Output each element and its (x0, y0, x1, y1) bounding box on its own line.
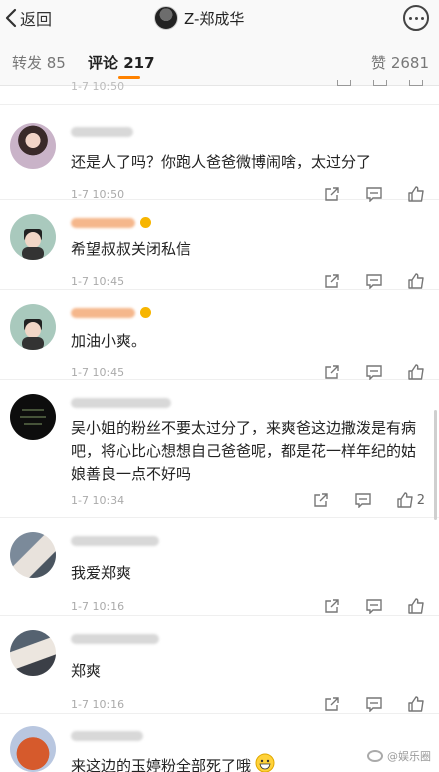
thumbs-up-icon[interactable] (407, 363, 425, 381)
thumbs-up-icon[interactable] (407, 272, 425, 290)
avatar[interactable] (10, 304, 56, 350)
top-navigation-bar: 返回 Z-郑成华 (0, 0, 439, 36)
comment-time: 1-7 10:16 (71, 600, 125, 613)
tab-likes[interactable]: 赞 2681 (371, 52, 429, 73)
thumbs-up-icon[interactable]: 2 (396, 491, 425, 509)
tab-comments[interactable]: 评论 217 (88, 52, 155, 73)
comment-actions: 2 (288, 491, 425, 509)
active-tab-indicator (118, 76, 140, 79)
list-item: 我爱郑爽 1-7 10:16 (0, 518, 439, 616)
list-item: 1-7 10:50 (0, 80, 439, 105)
user-name[interactable] (71, 536, 159, 546)
comment-time: 1-7 10:50 (71, 80, 125, 93)
vip-badge-icon (140, 307, 151, 318)
comment-text: 加油小爽。 (71, 332, 147, 350)
watermark: @娱乐圈 (367, 748, 431, 764)
comment-icon[interactable] (365, 363, 383, 381)
comment-icon[interactable] (365, 597, 383, 615)
comment-list: 1-7 10:50 还是人了吗？你跑人爸爸微博闹啥，太过分了 1-7 10:50… (0, 80, 439, 772)
comment-time: 1-7 10:34 (71, 494, 125, 507)
list-item: 吴小姐的粉丝不要太过分了，来爽爸这边撒泼是有病吧，将心比心想想自己爸爸呢，都是花… (0, 380, 439, 518)
author-avatar (154, 6, 178, 30)
comment-text: 还是人了吗？你跑人爸爸微博闹啥，太过分了 (71, 153, 372, 171)
list-item: 加油小爽。 1-7 10:45 (0, 290, 439, 380)
comment-actions (299, 597, 425, 615)
user-name[interactable] (71, 218, 135, 228)
avatar[interactable] (10, 726, 56, 772)
comment-icon[interactable] (365, 272, 383, 290)
avatar[interactable] (10, 394, 56, 440)
like-count: 2 (416, 492, 425, 508)
comment-text: 希望叔叔关闭私信 (71, 240, 192, 258)
page-title[interactable]: Z-郑成华 (154, 4, 244, 32)
chevron-left-icon (4, 8, 20, 28)
scrollbar[interactable] (434, 410, 437, 520)
comment-time: 1-7 10:45 (71, 275, 125, 288)
more-icon[interactable] (403, 5, 429, 31)
thumbs-up-icon[interactable] (407, 597, 425, 615)
back-label: 返回 (20, 10, 53, 29)
avatar[interactable] (10, 532, 56, 578)
comment-actions (299, 363, 425, 381)
comment-actions (299, 695, 425, 713)
vip-badge-icon (140, 217, 151, 228)
share-icon[interactable] (323, 695, 341, 713)
comment-text: 吴小姐的粉丝不要太过分了，来爽爸这边撒泼是有病吧，将心比心想想自己爸爸呢，都是花… (71, 419, 417, 483)
comment-time: 1-7 10:45 (71, 366, 125, 379)
comment-icon[interactable] (373, 80, 387, 86)
weibo-logo-icon (367, 750, 383, 762)
comment-icon[interactable] (365, 695, 383, 713)
share-icon[interactable] (323, 597, 341, 615)
thumbs-up-icon[interactable] (409, 80, 423, 86)
comment-text: 我爱郑爽 (71, 564, 132, 582)
thumbs-up-icon[interactable] (407, 695, 425, 713)
user-name[interactable] (71, 398, 171, 408)
list-item: 郑爽 1-7 10:16 (0, 616, 439, 714)
comment-text-body: 来这边的玉婷粉全部死了哦 (71, 757, 252, 772)
share-icon[interactable] (337, 80, 351, 86)
user-name[interactable] (71, 634, 159, 644)
user-name[interactable] (71, 308, 135, 318)
tab-forwards[interactable]: 转发 85 (12, 52, 66, 73)
avatar[interactable] (10, 630, 56, 676)
comment-text: 郑爽 (71, 662, 102, 680)
avatar[interactable] (10, 214, 56, 260)
share-icon[interactable] (323, 272, 341, 290)
comment-time: 1-7 10:16 (71, 698, 125, 711)
comment-icon[interactable] (354, 491, 372, 509)
author-name: Z-郑成华 (184, 9, 245, 28)
share-icon[interactable] (323, 363, 341, 381)
tab-bar: 转发 85 评论 217 赞 2681 (0, 36, 439, 86)
list-item: 希望叔叔关闭私信 1-7 10:45 (0, 200, 439, 290)
watermark-text: @娱乐圈 (387, 750, 431, 763)
grin-emoji-icon (255, 753, 275, 772)
list-item: 还是人了吗？你跑人爸爸微博闹啥，太过分了 1-7 10:50 (0, 105, 439, 202)
comment-actions (337, 80, 423, 86)
comment-actions (299, 272, 425, 290)
user-name[interactable] (71, 731, 143, 741)
avatar[interactable] (10, 123, 56, 169)
user-name[interactable] (71, 127, 133, 137)
back-button[interactable]: 返回 (4, 4, 52, 32)
share-icon[interactable] (312, 491, 330, 509)
